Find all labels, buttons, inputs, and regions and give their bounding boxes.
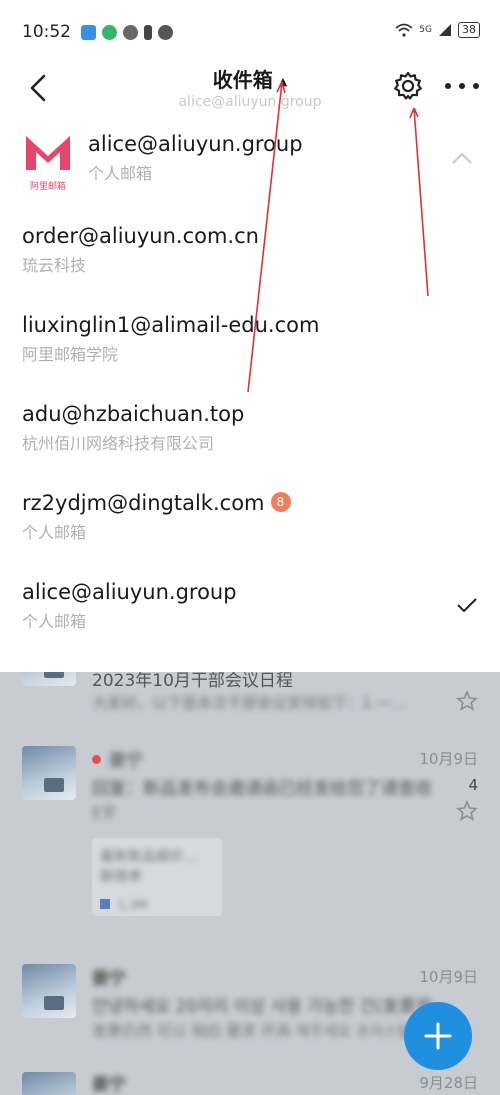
message-icon xyxy=(158,24,173,40)
account-switcher-panel: 阿里邮箱 alice@aliuyun.group 个人邮箱 order@aliu… xyxy=(0,114,500,672)
account-email: alice@aliuyun.group xyxy=(22,580,237,604)
mail-preview: E字 xyxy=(92,804,117,822)
sender-avatar xyxy=(22,964,76,1018)
mail-date: 10月9日 xyxy=(419,968,478,986)
signal-icon xyxy=(439,24,451,36)
unread-dot xyxy=(92,755,101,764)
battery-indicator: 38 xyxy=(458,22,480,38)
notification-icons xyxy=(81,24,173,40)
unread-badge: 8 xyxy=(270,492,291,512)
status-right: 5G 38 xyxy=(395,22,480,38)
account-email: order@aliuyun.com.cn xyxy=(22,224,259,248)
attachment-size-wrap: 1.3M xyxy=(100,898,214,912)
folder-title-text: 收件箱 xyxy=(212,68,273,92)
star-icon[interactable] xyxy=(456,800,478,822)
sender-avatar xyxy=(22,1072,76,1095)
account-name: 个人邮箱 xyxy=(22,523,87,542)
account-item[interactable]: liuxinglin1@alimail-edu.com 阿里邮箱学院 xyxy=(22,313,482,365)
mail-sender: 姜宁 xyxy=(109,751,143,771)
attachment-line: 联络单 xyxy=(100,869,142,885)
account-email: liuxinglin1@alimail-edu.com xyxy=(22,313,320,337)
status-time: 10:52 xyxy=(22,22,71,42)
mail-date: 10月9日 xyxy=(419,750,478,768)
account-email-wrap: rz2ydjm@dingtalk.com 8 xyxy=(22,491,482,515)
account-item[interactable]: alice@aliuyun.group 个人邮箱 xyxy=(88,132,500,184)
account-item[interactable]: order@aliuyun.com.cn 琉云科技 xyxy=(22,224,482,276)
mail-sender: 姜宁 xyxy=(92,1075,126,1095)
mail-sender: 姜宁 xyxy=(92,969,126,989)
dimmed-mail-list[interactable]: 2023年10月干部会议日程 大家好，以下是本次干部会议安排如下：1.一... … xyxy=(0,672,500,1095)
account-email: adu@hzbaichuan.top xyxy=(22,402,245,426)
account-item[interactable]: adu@hzbaichuan.top 杭州佰川网络科技有限公司 xyxy=(22,402,482,454)
mail-date: 9月28日 xyxy=(419,1074,478,1092)
caret-up-icon: ▲ xyxy=(278,75,288,88)
status-bar: 10:52 5G 38 xyxy=(0,0,500,64)
compose-button[interactable] xyxy=(404,1002,472,1070)
logo-caption: 阿里邮箱 xyxy=(29,182,66,192)
mail-preview: 大家好，以下是本次干部会议安排如下：1.一... xyxy=(92,694,406,712)
m-logo-icon xyxy=(26,136,70,170)
signal-label: 5G xyxy=(419,25,432,35)
mail-preview: 发票仍然 可以 稍后 要求 开具 해주세요 초이스발 xyxy=(92,1022,412,1040)
more-options-icon[interactable] xyxy=(445,76,479,96)
attachment-card[interactable]: 最新新品报价... 联络单 1.3M xyxy=(92,838,222,916)
account-name: 杭州佰川网络科技有限公司 xyxy=(22,434,215,453)
app-notification-icon xyxy=(81,24,96,40)
sender-avatar xyxy=(22,672,76,686)
account-name: 个人邮箱 xyxy=(22,612,87,631)
shield-icon xyxy=(102,24,117,40)
settings-gear-icon[interactable] xyxy=(392,70,424,102)
account-name: 琉云科技 xyxy=(22,256,87,275)
sender-avatar xyxy=(22,746,76,800)
current-account-subtitle: alice@aliuyun.group xyxy=(178,94,322,110)
file-icon xyxy=(100,899,110,909)
account-item[interactable]: rz2ydjm@dingtalk.com 8 个人邮箱 xyxy=(22,491,482,543)
thread-count: 4 xyxy=(468,776,478,794)
account-email: alice@aliuyun.group xyxy=(88,132,303,156)
mail-sender-wrap: 姜宁 xyxy=(92,746,143,771)
folder-title[interactable]: 收件箱 ▲ xyxy=(0,64,500,93)
star-icon[interactable] xyxy=(456,690,478,712)
alert-icon xyxy=(144,24,152,40)
plus-icon xyxy=(424,1022,452,1050)
attachment-title: 最新新品报价... xyxy=(100,849,198,865)
wechat-icon xyxy=(123,24,138,40)
account-item-current[interactable]: alice@aliuyun.group 个人邮箱 xyxy=(22,580,482,632)
account-name: 个人邮箱 xyxy=(88,164,153,183)
attachment-size: 1.3M xyxy=(118,898,148,912)
mail-subject: 2023年10月干部会议日程 xyxy=(92,672,293,691)
aliyun-mail-logo: 阿里邮箱 xyxy=(22,130,74,192)
wifi-icon xyxy=(395,23,413,37)
app-header: 收件箱 ▲ alice@aliuyun.group xyxy=(0,64,500,114)
checkmark-icon xyxy=(457,598,477,613)
mail-subject: 回复：新品发布会邀请函已经发给您了请查收 xyxy=(92,779,432,799)
account-name: 阿里邮箱学院 xyxy=(22,345,119,364)
account-email: rz2ydjm@dingtalk.com xyxy=(22,491,265,515)
